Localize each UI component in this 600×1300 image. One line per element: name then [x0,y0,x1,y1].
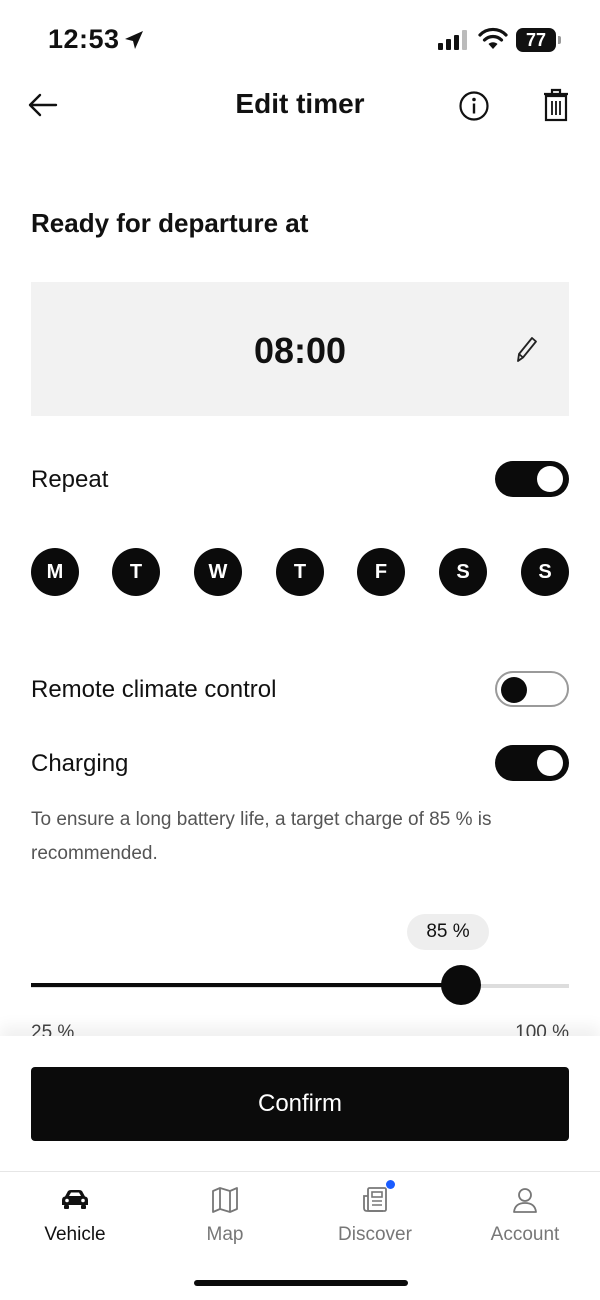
location-arrow-icon [125,31,143,49]
trash-icon[interactable] [542,88,570,122]
charging-label: Charging [31,750,129,777]
nav-vehicle[interactable]: Vehicle [0,1184,150,1254]
repeat-toggle[interactable] [495,461,569,497]
newspaper-icon [363,1187,387,1212]
header: Edit timer [0,70,600,140]
battery-tip [558,36,561,44]
status-time: 12:53 [48,24,120,54]
home-indicator [194,1280,408,1286]
bottom-sheet: Confirm Vehicle Map Discover Account [0,1036,600,1300]
departure-time: 08:00 [253,330,347,371]
person-icon [513,1188,537,1213]
charging-hint: To ensure a long battery life, a target … [31,809,492,864]
notification-dot [386,1180,395,1189]
toggle-knob [537,466,563,492]
nav-label: Account [490,1224,560,1245]
climate-label: Remote climate control [31,676,277,703]
nav-divider [0,1171,600,1172]
slider-value-badge: 85 % [407,914,489,950]
map-icon [212,1187,238,1213]
climate-toggle[interactable] [495,671,569,707]
target-charge-slider[interactable] [31,965,569,1005]
slider-fill [31,983,461,987]
day-tuesday[interactable]: T [112,548,160,596]
day-thursday[interactable]: T [276,548,324,596]
nav-map[interactable]: Map [150,1184,300,1254]
battery-level: 77 [516,28,556,52]
wifi-icon [478,27,508,49]
toggle-knob [537,750,563,776]
charging-toggle[interactable] [495,745,569,781]
day-wednesday[interactable]: W [194,548,242,596]
nav-label: Map [206,1224,244,1245]
nav-account[interactable]: Account [450,1184,600,1254]
nav-label: Discover [338,1224,412,1245]
status-bar: 12:53 77 [0,0,600,80]
departure-time-panel[interactable]: 08:00 [31,282,569,416]
day-sunday[interactable]: S [521,548,569,596]
slider-thumb[interactable] [441,965,481,1005]
day-friday[interactable]: F [357,548,405,596]
pencil-icon[interactable] [513,334,539,364]
toggle-knob [501,677,527,703]
page-title: Edit timer [235,88,365,119]
battery-indicator: 77 [516,28,562,52]
cellular-signal-icon [438,30,467,50]
departure-label: Ready for departure at [31,208,309,238]
day-saturday[interactable]: S [439,548,487,596]
car-icon [62,1190,88,1209]
nav-label: Vehicle [44,1224,106,1245]
repeat-label: Repeat [31,466,109,493]
confirm-button[interactable]: Confirm [31,1067,569,1141]
weekday-selector: M T W T F S S [31,548,569,596]
info-icon[interactable] [458,90,490,122]
nav-discover[interactable]: Discover [300,1180,450,1254]
day-monday[interactable]: M [31,548,79,596]
